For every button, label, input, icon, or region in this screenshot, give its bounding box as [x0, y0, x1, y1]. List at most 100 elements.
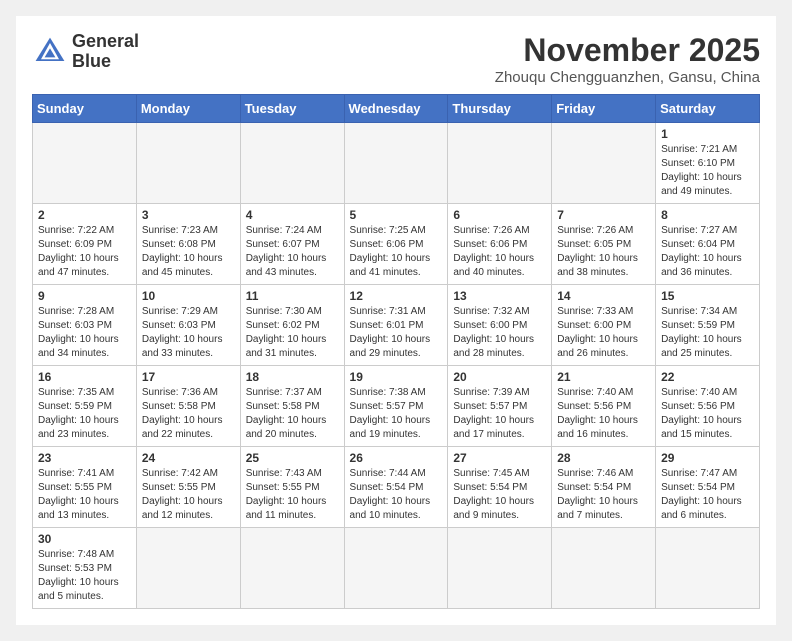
- calendar-cell: 2 Sunrise: 7:22 AMSunset: 6:09 PMDaylight…: [33, 204, 137, 285]
- calendar-cell: 8Sunrise: 7:27 AMSunset: 6:04 PMDaylight…: [656, 204, 760, 285]
- day-info: Sunrise: 7:43 AMSunset: 5:55 PMDaylight:…: [246, 467, 339, 523]
- header-saturday: Saturday: [656, 95, 760, 123]
- day-number: 12: [350, 289, 443, 303]
- day-info: Sunrise: 7:26 AMSunset: 6:05 PMDaylight:…: [557, 224, 650, 280]
- day-info: Sunrise: 7:40 AMSunset: 5:56 PMDaylight:…: [557, 386, 650, 442]
- day-number: 24: [142, 451, 235, 465]
- calendar-cell: [136, 123, 240, 204]
- calendar-cell: 20Sunrise: 7:39 AMSunset: 5:57 PMDayligh…: [448, 366, 552, 447]
- calendar-cell: [344, 528, 448, 609]
- header-monday: Monday: [136, 95, 240, 123]
- calendar-table: Sunday Monday Tuesday Wednesday Thursday…: [32, 94, 760, 609]
- day-number: 5: [350, 208, 443, 222]
- day-number: 30: [38, 532, 131, 546]
- day-number: 21: [557, 370, 650, 384]
- calendar-page: General Blue November 2025 Zhouqu Chengg…: [16, 16, 776, 625]
- day-number: 20: [453, 370, 546, 384]
- day-info: Sunrise: 7:28 AMSunset: 6:03 PMDaylight:…: [38, 305, 131, 361]
- day-info: Sunrise: 7:30 AMSunset: 6:02 PMDaylight:…: [246, 305, 339, 361]
- day-number: 10: [142, 289, 235, 303]
- day-number: 9: [38, 289, 131, 303]
- calendar-cell: 12 Sunrise: 7:31 AMSunset: 6:01 PMDayligh…: [344, 285, 448, 366]
- day-info: Sunrise: 7:46 AMSunset: 5:54 PMDaylight:…: [557, 467, 650, 523]
- calendar-week-5: 23Sunrise: 7:41 AMSunset: 5:55 PMDayligh…: [33, 447, 760, 528]
- day-number: 6: [453, 208, 546, 222]
- day-number: 18: [246, 370, 339, 384]
- calendar-cell: 6Sunrise: 7:26 AMSunset: 6:06 PMDaylight…: [448, 204, 552, 285]
- calendar-cell: 26 Sunrise: 7:44 AMSunset: 5:54 PMDayligh…: [344, 447, 448, 528]
- header-thursday: Thursday: [448, 95, 552, 123]
- calendar-cell: 21 Sunrise: 7:40 AMSunset: 5:56 PMDayligh…: [552, 366, 656, 447]
- day-number: 3: [142, 208, 235, 222]
- day-number: 4: [246, 208, 339, 222]
- calendar-cell: 11 Sunrise: 7:30 AMSunset: 6:02 PMDayligh…: [240, 285, 344, 366]
- calendar-week-4: 16 Sunrise: 7:35 AMSunset: 5:59 PMDayligh…: [33, 366, 760, 447]
- day-info: Sunrise: 7:40 AMSunset: 5:56 PMDaylight:…: [661, 386, 754, 442]
- day-info: Sunrise: 7:33 AMSunset: 6:00 PMDaylight:…: [557, 305, 650, 361]
- calendar-week-3: 9 Sunrise: 7:28 AMSunset: 6:03 PMDaylight…: [33, 285, 760, 366]
- day-number: 28: [557, 451, 650, 465]
- calendar-week-2: 2 Sunrise: 7:22 AMSunset: 6:09 PMDaylight…: [33, 204, 760, 285]
- calendar-cell: [240, 123, 344, 204]
- day-number: 19: [350, 370, 443, 384]
- day-number: 7: [557, 208, 650, 222]
- day-number: 26: [350, 451, 443, 465]
- calendar-cell: [136, 528, 240, 609]
- calendar-cell: 30 Sunrise: 7:48 AMSunset: 5:53 PMDayligh…: [33, 528, 137, 609]
- day-number: 17: [142, 370, 235, 384]
- calendar-cell: 25Sunrise: 7:43 AMSunset: 5:55 PMDayligh…: [240, 447, 344, 528]
- calendar-cell: 16 Sunrise: 7:35 AMSunset: 5:59 PMDayligh…: [33, 366, 137, 447]
- day-info: Sunrise: 7:41 AMSunset: 5:55 PMDaylight:…: [38, 467, 131, 523]
- day-info: Sunrise: 7:25 AMSunset: 6:06 PMDaylight:…: [350, 224, 443, 280]
- title-block: November 2025 Zhouqu Chengguanzhen, Gans…: [495, 32, 760, 86]
- day-info: Sunrise: 7:47 AMSunset: 5:54 PMDaylight:…: [661, 467, 754, 523]
- calendar-cell: 4Sunrise: 7:24 AMSunset: 6:07 PMDaylight…: [240, 204, 344, 285]
- calendar-cell: 17Sunrise: 7:36 AMSunset: 5:58 PMDayligh…: [136, 366, 240, 447]
- day-info: Sunrise: 7:31 AMSunset: 6:01 PMDaylight:…: [350, 305, 443, 361]
- calendar-subtitle: Zhouqu Chengguanzhen, Gansu, China: [495, 69, 760, 86]
- logo-icon: [32, 34, 68, 70]
- logo-text: General Blue: [72, 32, 139, 72]
- calendar-cell: 9 Sunrise: 7:28 AMSunset: 6:03 PMDaylight…: [33, 285, 137, 366]
- day-number: 2: [38, 208, 131, 222]
- day-number: 14: [557, 289, 650, 303]
- calendar-cell: 24Sunrise: 7:42 AMSunset: 5:55 PMDayligh…: [136, 447, 240, 528]
- day-number: 16: [38, 370, 131, 384]
- day-info: Sunrise: 7:32 AMSunset: 6:00 PMDaylight:…: [453, 305, 546, 361]
- day-info: Sunrise: 7:29 AMSunset: 6:03 PMDaylight:…: [142, 305, 235, 361]
- calendar-cell: 18Sunrise: 7:37 AMSunset: 5:58 PMDayligh…: [240, 366, 344, 447]
- day-number: 11: [246, 289, 339, 303]
- header-wednesday: Wednesday: [344, 95, 448, 123]
- calendar-cell: 14 Sunrise: 7:33 AMSunset: 6:00 PMDayligh…: [552, 285, 656, 366]
- logo-line1: General: [72, 31, 139, 51]
- calendar-cell: [552, 123, 656, 204]
- calendar-cell: [656, 528, 760, 609]
- calendar-cell: [448, 123, 552, 204]
- calendar-cell: 27Sunrise: 7:45 AMSunset: 5:54 PMDayligh…: [448, 447, 552, 528]
- logo-line2: Blue: [72, 51, 111, 71]
- day-info: Sunrise: 7:44 AMSunset: 5:54 PMDaylight:…: [350, 467, 443, 523]
- calendar-cell: [448, 528, 552, 609]
- day-info: Sunrise: 7:38 AMSunset: 5:57 PMDaylight:…: [350, 386, 443, 442]
- day-info: Sunrise: 7:23 AMSunset: 6:08 PMDaylight:…: [142, 224, 235, 280]
- calendar-cell: 10 Sunrise: 7:29 AMSunset: 6:03 PMDayligh…: [136, 285, 240, 366]
- calendar-cell: 15 Sunrise: 7:34 AMSunset: 5:59 PMDayligh…: [656, 285, 760, 366]
- calendar-cell: [33, 123, 137, 204]
- header-tuesday: Tuesday: [240, 95, 344, 123]
- calendar-cell: [240, 528, 344, 609]
- logo: General Blue: [32, 32, 139, 72]
- day-info: Sunrise: 7:34 AMSunset: 5:59 PMDaylight:…: [661, 305, 754, 361]
- calendar-cell: 29Sunrise: 7:47 AMSunset: 5:54 PMDayligh…: [656, 447, 760, 528]
- calendar-cell: 28 Sunrise: 7:46 AMSunset: 5:54 PMDayligh…: [552, 447, 656, 528]
- calendar-week-1: 1 Sunrise: 7:21 AMSunset: 6:10 PMDaylight…: [33, 123, 760, 204]
- day-number: 1: [661, 127, 754, 141]
- day-info: Sunrise: 7:35 AMSunset: 5:59 PMDaylight:…: [38, 386, 131, 442]
- day-info: Sunrise: 7:27 AMSunset: 6:04 PMDaylight:…: [661, 224, 754, 280]
- day-info: Sunrise: 7:48 AMSunset: 5:53 PMDaylight:…: [38, 548, 131, 604]
- header-sunday: Sunday: [33, 95, 137, 123]
- day-info: Sunrise: 7:21 AMSunset: 6:10 PMDaylight:…: [661, 143, 754, 199]
- day-info: Sunrise: 7:22 AMSunset: 6:09 PMDaylight:…: [38, 224, 131, 280]
- calendar-cell: 22Sunrise: 7:40 AMSunset: 5:56 PMDayligh…: [656, 366, 760, 447]
- day-number: 15: [661, 289, 754, 303]
- calendar-cell: 23Sunrise: 7:41 AMSunset: 5:55 PMDayligh…: [33, 447, 137, 528]
